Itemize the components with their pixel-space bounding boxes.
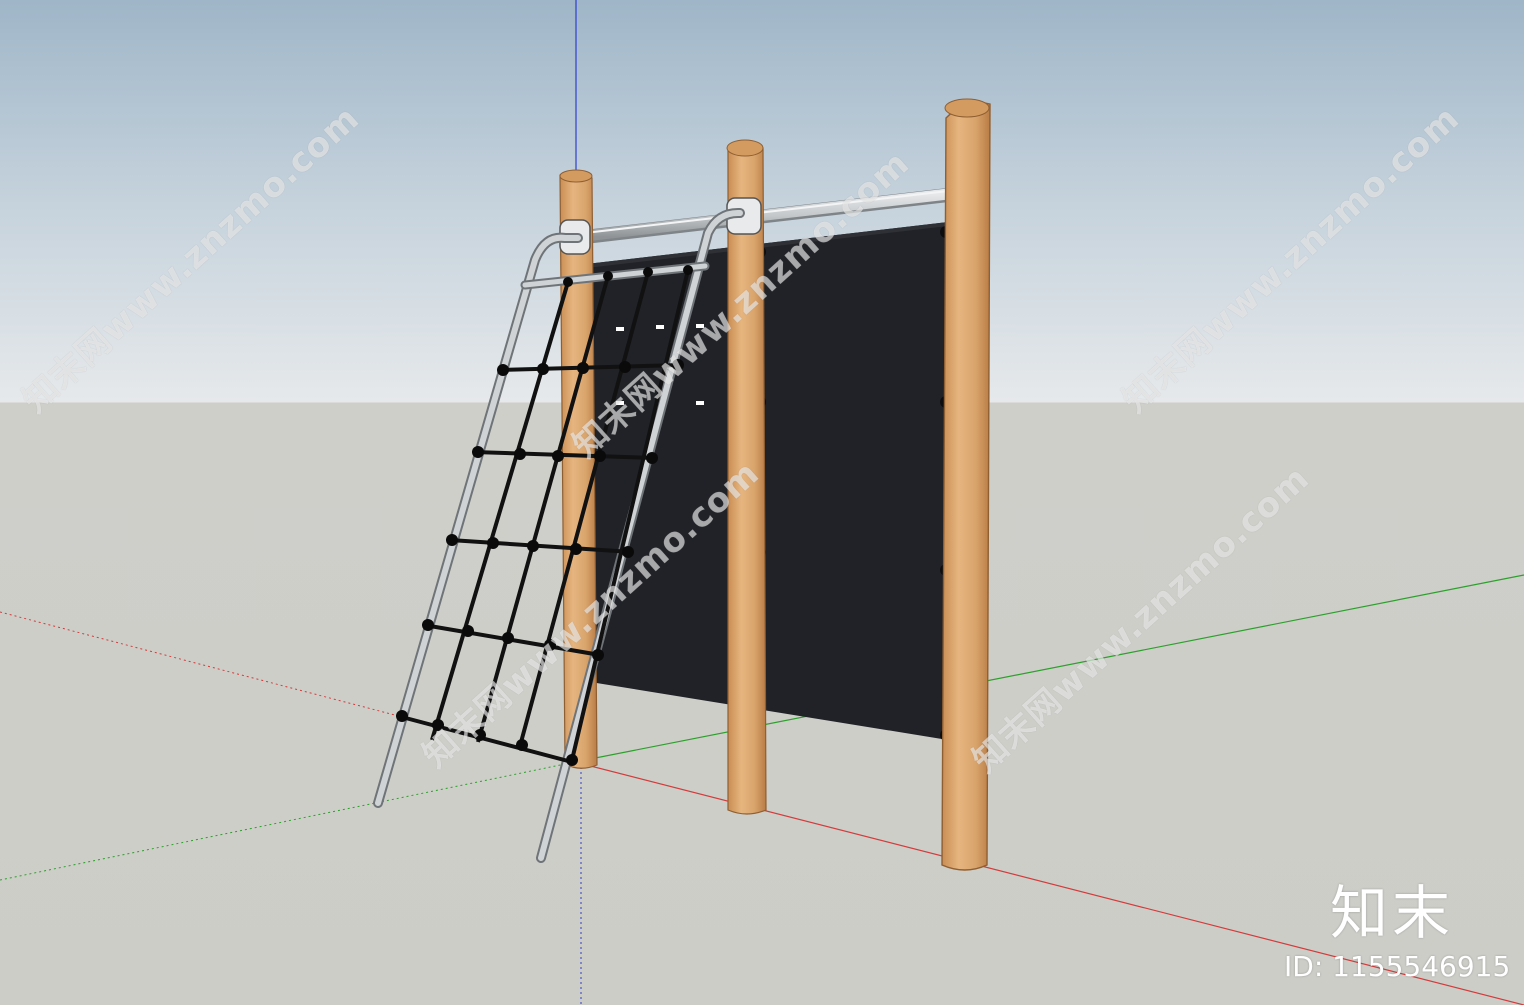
wooden-post-middle <box>726 139 767 815</box>
3d-viewport[interactable]: 知末网www.znzmo.com 知末网www.znzmo.com 知末网www… <box>0 0 1524 1005</box>
asset-id-label: ID: 1155546915 <box>1284 950 1511 983</box>
model-scene <box>0 0 1524 1005</box>
wooden-post-right <box>941 98 991 871</box>
brand-logo: 知末 <box>1330 879 1455 947</box>
green-axis-dashed <box>0 761 576 881</box>
